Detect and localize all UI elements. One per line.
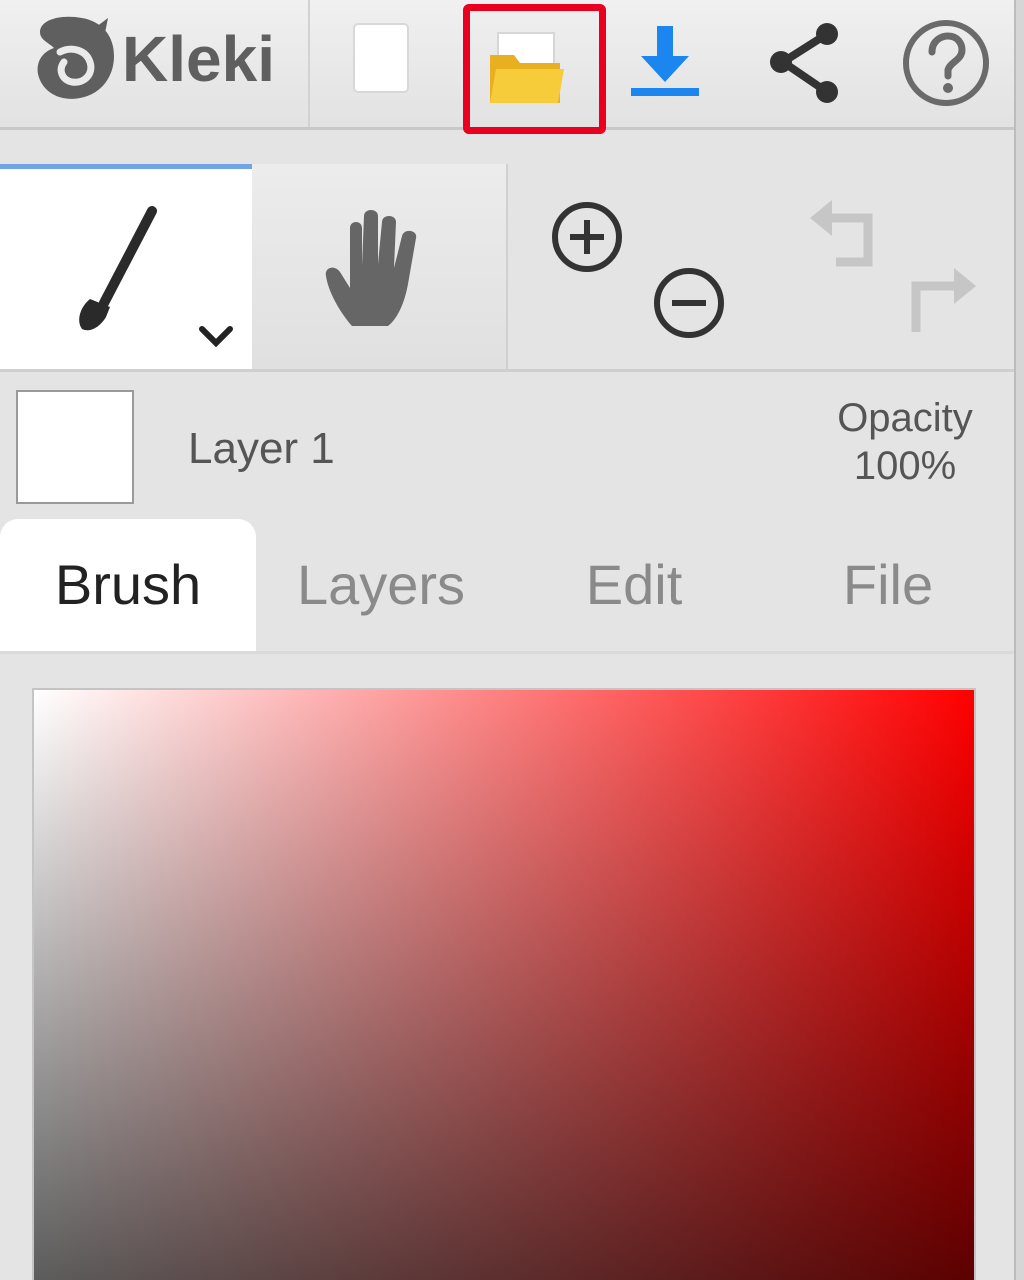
layer-name: Layer 1 <box>188 424 335 473</box>
color-saturation-value-picker[interactable] <box>32 688 976 1280</box>
panel-tabs: Brush Layers Edit File <box>0 519 1014 654</box>
top-toolbar: Kleki <box>0 0 1014 134</box>
layer-thumbnail <box>16 390 134 504</box>
folder-open-icon <box>490 32 564 103</box>
zoom-controls <box>510 164 770 369</box>
kleki-logo[interactable]: Kleki <box>0 0 310 127</box>
opacity-label: Opacity <box>837 396 973 440</box>
help-button[interactable] <box>890 0 1000 127</box>
active-layer-row[interactable]: Layer 1 Opacity 100% <box>0 374 1014 519</box>
save-image-button[interactable] <box>615 0 715 127</box>
open-image-button[interactable] <box>463 4 606 134</box>
brush-tool-button[interactable] <box>0 164 252 369</box>
new-image-button[interactable] <box>330 0 440 127</box>
zoom-in-icon[interactable] <box>548 198 626 276</box>
app-name: Kleki <box>122 23 275 95</box>
tab-file[interactable]: File <box>762 519 1014 651</box>
redo-icon[interactable] <box>904 264 980 340</box>
brush-panel <box>0 654 1014 1280</box>
kleki-app: Kleki Layer 1 Opacity 100% Brush Layers … <box>0 0 1024 1280</box>
layer-opacity: Opacity 100% <box>810 394 1000 490</box>
share-button[interactable] <box>755 0 855 127</box>
history-controls <box>770 164 1014 369</box>
download-icon <box>631 26 699 96</box>
zoom-out-icon[interactable] <box>650 264 728 342</box>
help-icon <box>903 20 989 106</box>
tool-row <box>0 164 1014 372</box>
share-icon <box>770 23 838 103</box>
tab-edit[interactable]: Edit <box>506 519 762 651</box>
chevron-down-icon[interactable] <box>196 323 236 351</box>
tab-layers[interactable]: Layers <box>256 519 506 651</box>
hand-tool-button[interactable] <box>252 164 508 369</box>
kleki-logo-icon <box>37 16 114 99</box>
undo-icon[interactable] <box>806 196 882 272</box>
new-document-icon <box>353 23 409 93</box>
canvas-edge <box>1014 0 1024 1280</box>
tab-brush[interactable]: Brush <box>0 519 256 651</box>
hand-icon <box>325 210 417 326</box>
opacity-value: 100% <box>853 444 957 488</box>
brush-icon <box>79 206 157 331</box>
